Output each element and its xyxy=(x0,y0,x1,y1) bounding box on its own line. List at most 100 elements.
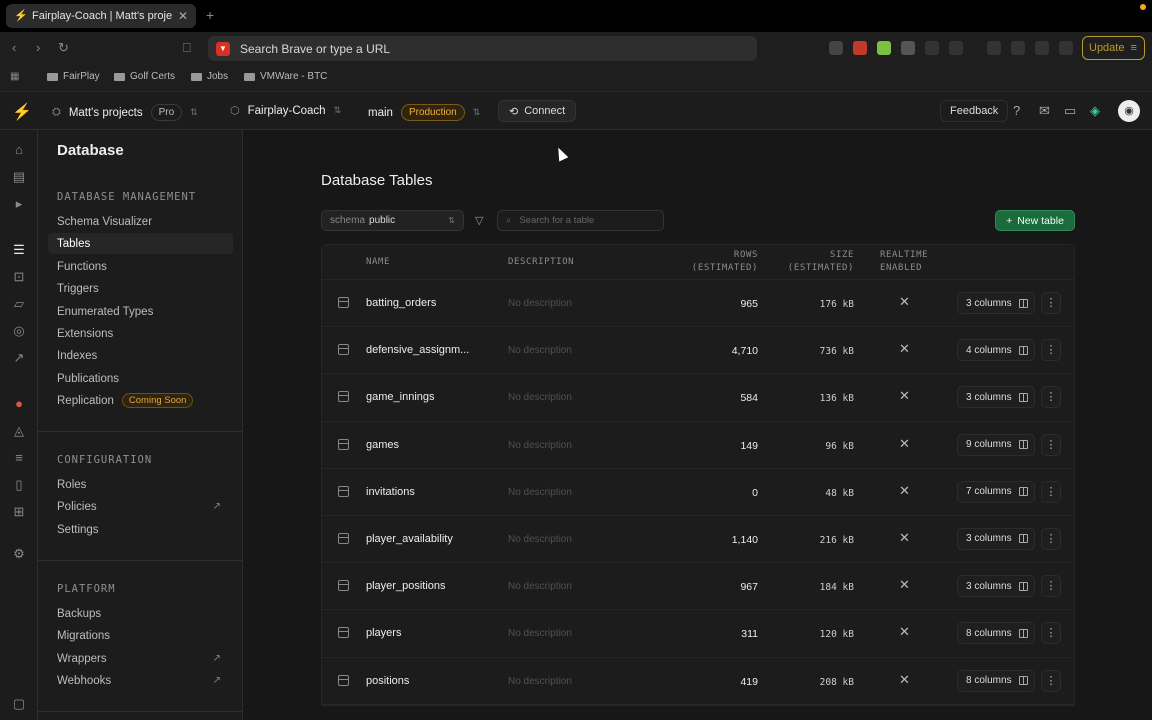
sidebar-toggle-icon[interactable] xyxy=(987,41,1001,55)
table-row[interactable]: positions No description 419 208 kB ✕ 8 … xyxy=(322,657,1074,705)
back-icon[interactable]: ‹ xyxy=(12,40,16,55)
more-actions-button[interactable]: ⋮ xyxy=(1041,480,1061,503)
reports-icon[interactable]: ◬ xyxy=(11,423,27,439)
sidebar-item-functions[interactable]: Functions xyxy=(48,256,233,277)
sidebar-item-tables[interactable]: Tables xyxy=(48,233,233,254)
sidebar-item-policies[interactable]: Policies ↗ xyxy=(48,496,233,517)
apps-grid-icon[interactable]: ▦ xyxy=(10,71,19,82)
table-row[interactable]: games No description 149 96 kB ✕ 9 colum… xyxy=(322,421,1074,469)
table-row[interactable]: player_positions No description 967 184 … xyxy=(322,563,1074,611)
table-name[interactable]: players xyxy=(366,627,476,639)
vpn-icon[interactable] xyxy=(1059,41,1073,55)
table-row[interactable]: defensive_assignm... No description 4,71… xyxy=(322,327,1074,375)
supabase-logo-icon[interactable]: ⚡ xyxy=(12,102,32,122)
columns-button[interactable]: 7 columns xyxy=(957,480,1035,503)
sidebar-item-replication[interactable]: Replication Coming Soon xyxy=(48,390,233,411)
sidebar-item-webhooks[interactable]: Webhooks ↗ xyxy=(48,670,233,691)
project-selector[interactable]: ⬡ Fairplay-Coach ⇅ xyxy=(230,104,341,118)
extension-icon[interactable] xyxy=(853,41,867,55)
storage-icon[interactable]: ▱ xyxy=(11,296,27,312)
extension-icon[interactable] xyxy=(877,41,891,55)
realtime-icon[interactable]: ↗ xyxy=(11,350,27,366)
integrations-icon[interactable]: ⊞ xyxy=(11,504,27,520)
new-table-button[interactable]: + New table xyxy=(995,210,1075,231)
sidebar-item-triggers[interactable]: Triggers xyxy=(48,278,233,299)
more-actions-button[interactable]: ⋮ xyxy=(1041,575,1061,598)
table-name[interactable]: invitations xyxy=(366,486,476,498)
table-name[interactable]: player_availability xyxy=(366,533,476,545)
assistant-icon[interactable]: ◈ xyxy=(1090,103,1100,119)
sql-editor-icon[interactable]: ▸ xyxy=(11,196,27,212)
schema-selector[interactable]: schema public ⇅ xyxy=(321,210,464,231)
extension-icon[interactable] xyxy=(901,41,915,55)
inbox-icon[interactable]: ✉ xyxy=(1039,103,1050,119)
sidebar-item-wrappers[interactable]: Wrappers ↗ xyxy=(48,648,233,669)
columns-button[interactable]: 3 columns xyxy=(957,575,1035,598)
forward-icon[interactable]: › xyxy=(36,40,40,55)
help-icon[interactable]: ? xyxy=(1013,103,1020,118)
browser-tab[interactable]: ⚡ Fairplay-Coach | Matt's project... ✕ xyxy=(6,4,196,28)
sidebar-item-schema-visualizer[interactable]: Schema Visualizer xyxy=(48,211,233,232)
wallet-icon[interactable] xyxy=(1011,41,1025,55)
more-actions-button[interactable]: ⋮ xyxy=(1041,622,1061,645)
columns-button[interactable]: 4 columns xyxy=(957,339,1035,362)
table-editor-icon[interactable]: ▤ xyxy=(11,169,27,185)
auth-lock-icon[interactable]: ⊡ xyxy=(11,269,27,285)
brave-shield-icon[interactable]: ▼ xyxy=(216,41,230,56)
database-icon[interactable]: ☰ xyxy=(5,236,33,262)
columns-button[interactable]: 3 columns xyxy=(957,292,1035,314)
update-button[interactable]: Update ≡ xyxy=(1082,36,1145,60)
leo-ai-icon[interactable] xyxy=(1035,41,1049,55)
columns-button[interactable]: 9 columns xyxy=(957,433,1035,456)
table-name[interactable]: positions xyxy=(366,675,476,687)
branch-selector[interactable]: main Production ⇅ xyxy=(368,104,480,121)
columns-button[interactable]: 3 columns xyxy=(957,386,1035,409)
sidebar-item-publications[interactable]: Publications xyxy=(48,368,233,389)
table-name[interactable]: batting_orders xyxy=(366,297,476,309)
bookmark-folder[interactable]: FairPlay xyxy=(47,71,100,82)
settings-gear-icon[interactable]: ⚙ xyxy=(11,546,27,562)
bookmark-icon[interactable]: ⎕ xyxy=(183,40,191,56)
table-name[interactable]: game_innings xyxy=(366,391,476,403)
home-icon[interactable]: ⌂ xyxy=(11,142,27,157)
logs-icon[interactable]: ≡ xyxy=(11,450,27,465)
table-row[interactable]: game_innings No description 584 136 kB ✕… xyxy=(322,374,1074,422)
sidebar-item-enumerated-types[interactable]: Enumerated Types xyxy=(48,301,233,322)
collapse-sidebar-icon[interactable]: ▢ xyxy=(11,696,27,712)
feedback-button[interactable]: Feedback xyxy=(940,100,1009,122)
columns-button[interactable]: 8 columns xyxy=(957,622,1035,645)
columns-button[interactable]: 3 columns xyxy=(957,527,1035,550)
more-actions-button[interactable]: ⋮ xyxy=(1041,339,1061,362)
sidebar-item-migrations[interactable]: Migrations xyxy=(48,625,233,646)
table-row[interactable]: players No description 311 120 kB ✕ 8 co… xyxy=(322,610,1074,658)
api-docs-icon[interactable]: ▯ xyxy=(11,477,27,493)
sidebar-item-extensions[interactable]: Extensions xyxy=(48,323,233,344)
sidebar-item-backups[interactable]: Backups xyxy=(48,603,233,624)
connect-button[interactable]: ⟲ Connect xyxy=(498,100,577,122)
more-actions-button[interactable]: ⋮ xyxy=(1041,527,1061,550)
sidebar-item-roles[interactable]: Roles xyxy=(48,474,233,495)
address-bar[interactable]: ▼ Search Brave or type a URL xyxy=(208,36,757,61)
more-actions-button[interactable]: ⋮ xyxy=(1041,669,1061,692)
table-name[interactable]: defensive_assignm... xyxy=(366,344,476,356)
reload-icon[interactable]: ↻ xyxy=(58,40,69,56)
sidebar-item-settings[interactable]: Settings xyxy=(48,519,233,540)
close-tab-icon[interactable]: ✕ xyxy=(178,9,188,23)
bookmark-folder[interactable]: VMWare - BTC xyxy=(244,71,327,82)
bookmark-folder[interactable]: Jobs xyxy=(191,71,228,82)
more-actions-button[interactable]: ⋮ xyxy=(1041,292,1061,314)
advisors-icon[interactable]: ● xyxy=(11,396,27,411)
table-row[interactable]: invitations No description 0 48 kB ✕ 7 c… xyxy=(322,468,1074,516)
extension-icon[interactable] xyxy=(829,41,843,55)
filter-icon[interactable]: ▽ xyxy=(475,214,483,227)
search-input[interactable]: ⌕ Search for a table xyxy=(497,210,664,231)
extension-icon[interactable] xyxy=(949,41,963,55)
table-row[interactable]: player_availability No description 1,140… xyxy=(322,515,1074,564)
terminal-icon[interactable]: ▭ xyxy=(1064,103,1076,119)
table-name[interactable]: games xyxy=(366,439,476,451)
more-actions-button[interactable]: ⋮ xyxy=(1041,386,1061,409)
sidebar-item-indexes[interactable]: Indexes xyxy=(48,345,233,366)
org-selector[interactable]: ⛭ Matt's projects Pro ⇅ xyxy=(52,104,198,121)
puzzle-icon[interactable] xyxy=(925,41,939,55)
avatar[interactable]: ◉ xyxy=(1118,100,1140,122)
